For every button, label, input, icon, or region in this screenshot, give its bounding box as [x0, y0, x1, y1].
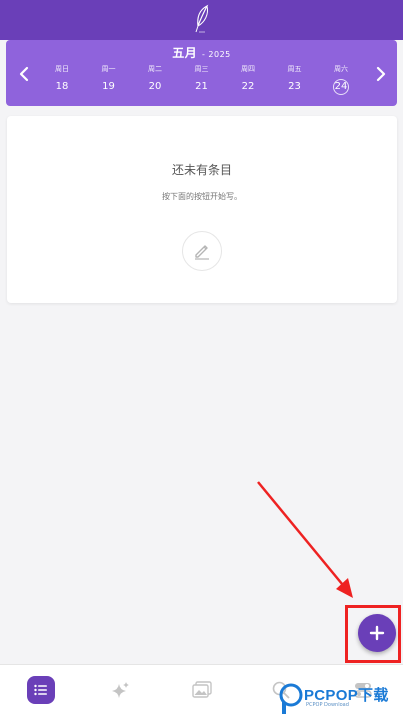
- chevron-right-icon: [376, 66, 386, 82]
- entries-icon: [34, 684, 47, 696]
- date-label: 21: [195, 81, 208, 92]
- feather-logo-icon: [195, 4, 208, 33]
- month-title: 五月 - 2025: [6, 44, 397, 61]
- weekday-label: 周三: [194, 65, 209, 73]
- weekday-label: 周四: [241, 65, 255, 73]
- previous-week-button[interactable]: [14, 62, 34, 86]
- write-entry-button[interactable]: [182, 231, 222, 271]
- date-label: 22: [241, 81, 255, 92]
- weekday-label: 周二: [148, 65, 162, 73]
- day-wednesday[interactable]: 周三 21: [184, 64, 220, 94]
- weekday-label: 周六: [334, 65, 348, 73]
- date-label: 19: [102, 81, 115, 92]
- annotation-arrow: [257, 481, 353, 598]
- pencil-icon: [195, 245, 209, 260]
- empty-state-card: 还未有条目 按下面的按钮开始写。: [7, 116, 397, 303]
- month-label: 五月: [172, 46, 198, 60]
- watermark-subtext: PCPOP Download: [306, 702, 349, 708]
- week-calendar: 五月 - 2025 周日 18 周一 19 周二 20 周三 21 周四 22 …: [6, 40, 397, 106]
- nav-entries[interactable]: [27, 676, 55, 704]
- week-days: 周日 18 周一 19 周二 20 周三 21 周四 22 周五 23 周六 2…: [44, 64, 359, 95]
- date-label: 24: [333, 79, 349, 95]
- empty-title: 还未有条目: [171, 163, 232, 177]
- nav-inspiration[interactable]: [106, 675, 136, 705]
- date-label: 20: [148, 81, 162, 92]
- next-week-button[interactable]: [371, 62, 391, 86]
- year-label: - 2025: [201, 50, 231, 59]
- app-header: [0, 0, 403, 40]
- gallery-icon: [192, 681, 212, 698]
- day-tuesday[interactable]: 周二 20: [137, 64, 173, 94]
- day-friday[interactable]: 周五 23: [277, 64, 313, 94]
- day-thursday[interactable]: 周四 22: [230, 64, 266, 94]
- weekday-label: 周五: [287, 65, 302, 73]
- pcpop-watermark: PCPOP下载 PCPOP Download: [278, 680, 403, 720]
- add-entry-button[interactable]: [358, 614, 396, 652]
- date-label: 18: [55, 81, 69, 92]
- chevron-left-icon: [19, 66, 29, 82]
- pcpop-logo-icon: [279, 683, 303, 714]
- day-saturday-selected[interactable]: 周六 24: [323, 64, 359, 95]
- empty-subtitle: 按下面的按钮开始写。: [162, 192, 242, 201]
- plus-icon: [369, 625, 385, 641]
- nav-gallery[interactable]: [187, 675, 217, 705]
- day-monday[interactable]: 周一 19: [91, 64, 127, 94]
- weekday-label: 周日: [55, 65, 69, 73]
- sparkle-icon: [112, 682, 129, 698]
- date-label: 23: [288, 81, 301, 92]
- day-sunday[interactable]: 周日 18: [44, 64, 80, 94]
- weekday-label: 周一: [101, 65, 116, 73]
